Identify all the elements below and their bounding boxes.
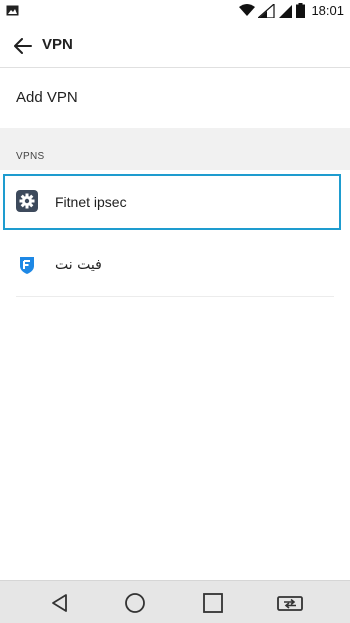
vpns-section-header: VPNS bbox=[0, 128, 350, 170]
nav-back-button[interactable] bbox=[47, 590, 73, 616]
recents-square-icon bbox=[203, 593, 223, 613]
vpn-item-label: فیت نت bbox=[55, 257, 102, 273]
vpn-item-fitnet-ipsec[interactable]: Fitnet ipsec bbox=[0, 174, 350, 230]
vpn-item-fitnet[interactable]: فیت نت bbox=[0, 238, 350, 294]
nav-recents-button[interactable] bbox=[200, 590, 226, 616]
add-vpn-row[interactable]: Add VPN bbox=[0, 68, 350, 128]
add-vpn-label: Add VPN bbox=[16, 89, 78, 106]
arrow-left-icon bbox=[14, 38, 32, 54]
app-bar: VPN bbox=[0, 24, 350, 68]
dual-window-icon bbox=[277, 596, 303, 611]
home-circle-icon bbox=[125, 593, 145, 613]
navigation-bar bbox=[0, 580, 350, 623]
focus-highlight bbox=[3, 174, 341, 230]
back-triangle-icon bbox=[52, 594, 67, 612]
section-title: VPNS bbox=[16, 151, 45, 162]
gear-icon bbox=[16, 190, 38, 212]
vpn-item-label: Fitnet ipsec bbox=[55, 194, 127, 210]
nav-dual-window-button[interactable] bbox=[277, 590, 303, 616]
battery-icon bbox=[296, 3, 306, 18]
shield-app-icon bbox=[16, 254, 38, 276]
list-divider bbox=[16, 296, 334, 297]
signal-icon bbox=[258, 3, 276, 18]
signal-icon bbox=[279, 4, 293, 18]
status-time: 18:01 bbox=[311, 3, 344, 18]
gallery-icon bbox=[6, 4, 19, 17]
status-bar: 18:01 bbox=[0, 0, 350, 24]
wifi-icon bbox=[239, 4, 256, 17]
back-button[interactable] bbox=[10, 33, 36, 59]
nav-home-button[interactable] bbox=[122, 590, 148, 616]
page-title: VPN bbox=[42, 36, 73, 53]
